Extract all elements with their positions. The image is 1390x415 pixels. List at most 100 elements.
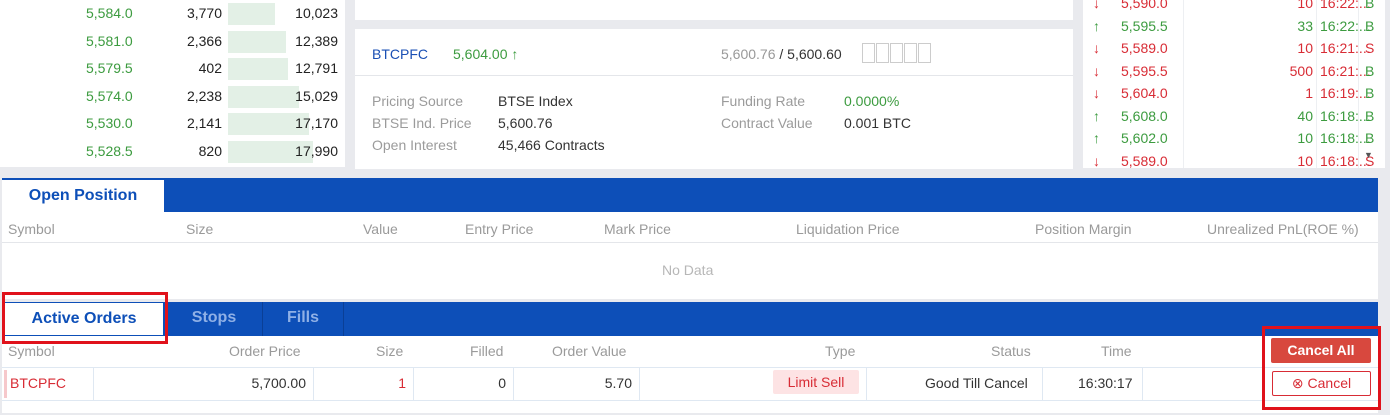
trade-row: ↑ 5,602.0 10 16:18:... B: [1083, 128, 1374, 151]
trade-size: 10: [1297, 40, 1313, 56]
contract-value-value: 0.001 BTC: [844, 115, 911, 131]
arrow-up-icon: ↑: [1093, 107, 1100, 124]
col-symbol: Symbol: [8, 221, 55, 237]
trade-time: 16:21:...: [1320, 40, 1371, 56]
trade-side: B: [1365, 85, 1375, 101]
pricing-source-value: BTSE Index: [498, 93, 573, 109]
orderbook-total: 12,389: [295, 32, 338, 49]
trade-size: 1: [1305, 85, 1313, 101]
arrow-down-icon: ↓: [1093, 62, 1100, 79]
trade-time: 16:19:...: [1320, 85, 1371, 101]
col-size: Size: [186, 221, 214, 237]
index-price-label: BTSE Ind. Price: [372, 115, 472, 131]
trade-price: 5,604.0: [1121, 85, 1168, 101]
last-price: 5,604.00 ↑: [453, 46, 519, 62]
arrow-down-icon: ↓: [1093, 152, 1100, 169]
contract-indicator-boxes: [862, 43, 931, 63]
orderbook-total: 12,791: [295, 60, 338, 76]
orderbook-row[interactable]: 5,584.0 3,770 10,023: [0, 0, 345, 27]
order-type-badge: Limit Sell: [773, 370, 859, 394]
funding-rate-value: 0.0000%: [844, 93, 900, 109]
orderbook-size: 2,238: [186, 87, 222, 104]
trade-price: 5,589.0: [1121, 40, 1168, 56]
order-filled: 0: [498, 375, 506, 391]
scroll-down-icon[interactable]: ▼: [1364, 150, 1373, 160]
col-liquidation-price: Liquidation Price: [796, 221, 900, 237]
trade-price: 5,602.0: [1121, 130, 1168, 146]
arrow-up-icon: ↑: [1093, 17, 1100, 34]
orderbook-total: 17,990: [295, 142, 338, 159]
order-status: Good Till Cancel: [925, 375, 1028, 391]
col-order-value: Order Value: [552, 343, 627, 359]
trade-size: 40: [1297, 107, 1313, 124]
orderbook-row[interactable]: 5,581.0 2,366 12,389: [0, 28, 345, 55]
orderbook-total: 10,023: [295, 5, 338, 21]
empty-state: No Data: [662, 262, 714, 278]
trade-time: 16:18:...: [1320, 152, 1371, 169]
trade-row: ↓ 5,590.0 10 16:22:... B: [1083, 0, 1375, 16]
trade-side: S: [1365, 40, 1375, 56]
trade-size: 10: [1297, 0, 1313, 11]
trade-price: 5,589.0: [1121, 152, 1168, 169]
orderbook-row[interactable]: 5,530.0 2,141 17,170: [0, 110, 345, 137]
tab-open-position[interactable]: Open Position: [2, 180, 164, 212]
trade-time: 16:22:...: [1320, 0, 1371, 11]
ask-price: / 5,600.60: [779, 46, 842, 62]
col-order-price: Order Price: [229, 343, 301, 359]
order-size: 1: [398, 375, 406, 391]
col-unrealized-pnl: Unrealized PnL(ROE %): [1207, 221, 1359, 237]
bid-ask: 5,600.76 / 5,600.60: [721, 46, 842, 62]
col-status: Status: [991, 343, 1031, 359]
trade-size: 10: [1297, 152, 1313, 169]
trade-price: 5,590.0: [1121, 0, 1168, 11]
bid-price: 5,600.76: [721, 46, 776, 62]
orderbook-size: 820: [198, 142, 222, 159]
trade-size: 500: [1289, 62, 1313, 79]
orderbook-row[interactable]: 5,528.5 820 17,990: [0, 138, 345, 165]
orderbook-row[interactable]: 5,579.5 402 12,791: [0, 55, 345, 82]
trade-side: B: [1365, 107, 1375, 124]
col-value: Value: [363, 221, 398, 237]
order-symbol[interactable]: BTCPFC: [10, 375, 66, 391]
orderbook-price: 5,581.0: [86, 32, 133, 49]
trade-time: 16:18:...: [1320, 130, 1371, 146]
col-type: Type: [825, 343, 856, 359]
trade-time: 16:21:...: [1320, 62, 1371, 79]
orderbook-size: 2,366: [186, 32, 222, 49]
trade-side: B: [1365, 62, 1375, 79]
orderbook-price: 5,584.0: [86, 5, 133, 21]
trade-side: B: [1365, 0, 1375, 11]
trade-row: ↓ 5,595.5 500 16:21:... B: [1083, 61, 1375, 84]
trade-price: 5,595.5: [1121, 62, 1168, 79]
highlight-cancel-buttons: [1262, 326, 1381, 410]
trade-time: 16:22:...: [1320, 17, 1371, 34]
col-time: Time: [1101, 343, 1132, 359]
pricing-source-label: Pricing Source: [372, 93, 464, 109]
open-interest-value: 45,466 Contracts: [498, 137, 605, 153]
arrow-up-icon: ↑: [1093, 130, 1100, 146]
trade-row: ↓ 5,589.0 10 16:18:... S: [1083, 151, 1374, 169]
orderbook-price: 5,574.0: [86, 87, 133, 104]
arrow-down-icon: ↓: [1093, 40, 1100, 56]
sell-side-marker: [4, 370, 7, 398]
orderbook-total: 17,170: [295, 115, 338, 131]
tab-stops[interactable]: Stops: [166, 302, 262, 334]
trade-row: ↑ 5,595.5 33 16:22:... B: [1083, 16, 1374, 39]
order-time: 16:30:17: [1078, 375, 1133, 391]
orderbook-row[interactable]: 5,574.0 2,238 15,029: [0, 83, 345, 110]
trade-row: ↓ 5,589.0 10 16:21:... S: [1083, 38, 1375, 61]
contract-value-label: Contract Value: [721, 115, 813, 131]
position-tab-bar: [2, 178, 1378, 212]
order-value: 5.70: [604, 375, 632, 391]
ticker-symbol[interactable]: BTCPFC: [372, 46, 428, 62]
trade-row: ↑ 5,608.0 40 16:18:... B: [1083, 106, 1375, 129]
orderbook-size: 2,141: [186, 115, 222, 131]
open-interest-label: Open Interest: [372, 137, 457, 153]
position-table: Symbol Size Value Entry Price Mark Price…: [2, 212, 1378, 299]
tab-fills[interactable]: Fills: [263, 302, 343, 334]
chart-toolbar-strip: [355, 0, 1073, 20]
col-position-margin: Position Margin: [1035, 221, 1132, 237]
trade-size: 33: [1297, 17, 1313, 34]
trade-price: 5,595.5: [1121, 17, 1168, 34]
trade-size: 10: [1297, 130, 1313, 146]
